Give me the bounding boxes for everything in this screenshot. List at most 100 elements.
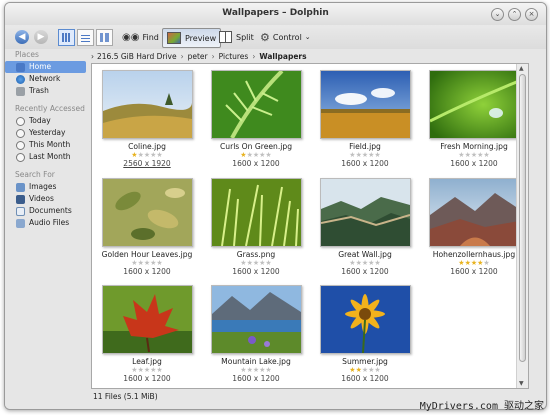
- sidebar-item-images[interactable]: Images: [5, 181, 86, 193]
- file-name: Golden Hour Leaves.jpg: [101, 250, 193, 259]
- file-name: Mountain Lake.jpg: [221, 357, 291, 366]
- thumbnail: [428, 178, 520, 247]
- sidebar-item-label: Images: [29, 182, 57, 191]
- star-icon: ★: [156, 366, 163, 374]
- icons-view-icon: [62, 32, 71, 42]
- file-name: Summer.jpg: [342, 357, 388, 366]
- trash-icon: [16, 86, 25, 96]
- scroll-down-icon[interactable]: ▼: [519, 380, 524, 387]
- scroll-up-icon[interactable]: ▲: [519, 65, 524, 72]
- sidebar-item-this-month[interactable]: This Month: [5, 139, 86, 151]
- sidebar-item-label: Home: [29, 62, 52, 71]
- thumbnail: [319, 70, 411, 139]
- find-button[interactable]: ◉◉ Find: [122, 28, 159, 46]
- file-item-golden-hour-leaves[interactable]: Golden Hour Leaves.jpg ★★★★★ 1600 x 1200: [93, 178, 201, 277]
- clock-icon: [16, 152, 25, 162]
- breadcrumb: › 216.5 GiB Hard Drive › peter › Picture…: [88, 49, 546, 63]
- audio-icon: [16, 218, 25, 228]
- sidebar-item-videos[interactable]: Videos: [5, 193, 86, 205]
- icons-view-button[interactable]: [58, 28, 75, 46]
- thumbnail: [210, 178, 302, 247]
- file-item-coline[interactable]: Coline.jpg ★★★★★ 2560 x 1920: [93, 70, 201, 169]
- watermark: MyDrivers.com 驱动之家: [419, 401, 544, 412]
- file-name: Hohenzollernhaus.jpg: [432, 250, 516, 259]
- places-header: Places: [15, 50, 39, 59]
- file-item-fresh-morning[interactable]: Fresh Morning.jpg ★★★★★ 1600 x 1200: [420, 70, 528, 169]
- chevron-right-icon: ›: [252, 51, 256, 61]
- file-dimensions: 1600 x 1200: [450, 159, 498, 168]
- file-dimensions: 1600 x 1200: [341, 267, 389, 276]
- star-icon: ★: [483, 259, 490, 267]
- file-dimensions: 2560 x 1920: [123, 159, 171, 168]
- file-item-great-wall[interactable]: Great Wall.jpg ★★★★★ 1600 x 1200: [311, 178, 419, 277]
- sidebar-item-label: Videos: [29, 194, 54, 203]
- file-dimensions: 1600 x 1200: [123, 374, 171, 383]
- sidebar: Places Home Network Trash Recently Acces…: [5, 49, 88, 409]
- details-view-button[interactable]: [77, 28, 94, 46]
- file-item-hohenzollernhaus[interactable]: Hohenzollernhaus.jpg ★★★★★ 1600 x 1200: [420, 178, 528, 277]
- file-dimensions: 1600 x 1200: [232, 267, 280, 276]
- file-item-mountain-lake[interactable]: Mountain Lake.jpg ★★★★★ 1600 x 1200: [202, 285, 310, 384]
- sidebar-item-trash[interactable]: Trash: [5, 85, 86, 97]
- control-label: Control: [272, 32, 302, 42]
- star-icon: ★: [265, 366, 272, 374]
- sidebar-item-label: Today: [29, 116, 51, 125]
- file-item-grass[interactable]: Grass.png ★★★★★ 1600 x 1200: [202, 178, 310, 277]
- sidebar-item-label: Last Month: [29, 152, 71, 161]
- back-arrow-icon[interactable]: ◀: [15, 30, 29, 44]
- rating-stars: ★★★★★: [311, 259, 419, 267]
- split-button[interactable]: Split: [219, 28, 254, 46]
- clock-icon: [16, 116, 25, 126]
- sidebar-item-label: Audio Files: [29, 218, 70, 227]
- file-item-field[interactable]: Field.jpg ★★★★★ 1600 x 1200: [311, 70, 419, 169]
- clock-icon: [16, 128, 25, 138]
- file-name: Field.jpg: [349, 142, 381, 151]
- file-dimensions: 1600 x 1200: [232, 159, 280, 168]
- star-icon: ★: [374, 259, 381, 267]
- sidebar-item-yesterday[interactable]: Yesterday: [5, 127, 86, 139]
- columns-view-button[interactable]: [96, 28, 113, 46]
- file-item-curls-on-green[interactable]: Curls On Green.jpg ★★★★★ 1600 x 1200: [202, 70, 310, 169]
- rating-stars: ★★★★★: [202, 366, 310, 374]
- preview-button[interactable]: Preview: [162, 28, 222, 48]
- scrollbar-thumb[interactable]: [519, 74, 526, 362]
- breadcrumb-item[interactable]: peter: [188, 52, 208, 61]
- breadcrumb-item[interactable]: 216.5 GiB Hard Drive: [97, 52, 177, 61]
- clock-icon: [16, 140, 25, 150]
- forward-arrow-icon[interactable]: ▶: [34, 30, 48, 44]
- sidebar-item-network[interactable]: Network: [5, 73, 86, 85]
- chevron-right-icon: ›: [211, 51, 215, 61]
- vertical-scrollbar[interactable]: ▲ ▼: [516, 64, 528, 388]
- maximize-icon[interactable]: ⌃: [508, 8, 521, 21]
- sidebar-item-home[interactable]: Home: [5, 61, 86, 73]
- search-header: Search For: [15, 170, 55, 179]
- file-name: Curls On Green.jpg: [219, 142, 293, 151]
- file-dimensions: 1600 x 1200: [450, 267, 498, 276]
- close-icon[interactable]: ×: [525, 8, 538, 21]
- rating-stars: ★★★★★: [93, 151, 201, 159]
- sidebar-item-audio-files[interactable]: Audio Files: [5, 217, 86, 229]
- sidebar-item-today[interactable]: Today: [5, 115, 86, 127]
- file-item-leaf[interactable]: Leaf.jpg ★★★★★ 1600 x 1200: [93, 285, 201, 384]
- thumbnail: [319, 285, 411, 354]
- minimize-icon[interactable]: ⌄: [491, 8, 504, 21]
- sidebar-item-label: Trash: [29, 86, 49, 95]
- chevron-down-icon: ⌄: [304, 33, 311, 41]
- file-dimensions: 1600 x 1200: [123, 267, 171, 276]
- sidebar-item-label: This Month: [29, 140, 71, 149]
- file-dimensions: 1600 x 1200: [341, 374, 389, 383]
- dolphin-window: Wallpapers – Dolphin ⌄ ⌃ × ◀ ▶ ◉◉ Find P…: [4, 2, 547, 410]
- thumbnail: [101, 285, 193, 354]
- breadcrumb-current[interactable]: Wallpapers: [259, 52, 306, 61]
- file-name: Fresh Morning.jpg: [440, 142, 508, 151]
- thumbnail: [210, 70, 302, 139]
- file-item-summer[interactable]: Summer.jpg ★★★★★ 1600 x 1200: [311, 285, 419, 384]
- thumbnail: [319, 178, 411, 247]
- breadcrumb-item[interactable]: Pictures: [219, 52, 249, 61]
- control-button[interactable]: ⚙ Control ⌄: [260, 28, 311, 46]
- details-view-icon: [81, 32, 90, 42]
- toolbar: ◀ ▶ ◉◉ Find Preview Split ⚙ Control ⌄: [5, 25, 546, 49]
- sidebar-item-documents[interactable]: Documents: [5, 205, 86, 217]
- find-label: Find: [142, 32, 159, 42]
- sidebar-item-last-month[interactable]: Last Month: [5, 151, 86, 163]
